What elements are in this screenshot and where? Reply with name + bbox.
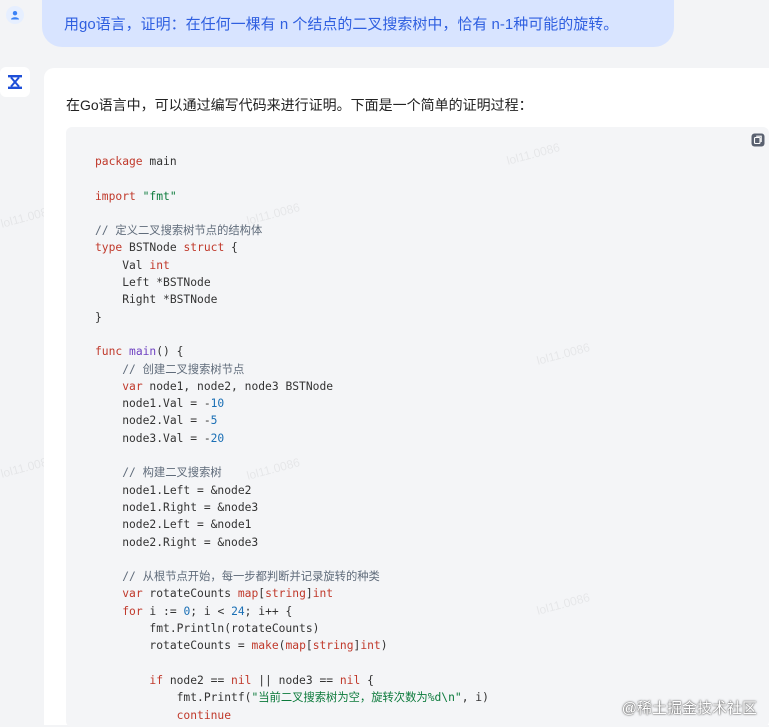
code-line: fmt.Printf("当前二叉搜索树为空，旋转次数为%d\n", i): [95, 691, 489, 705]
code-line: rotateCounts = make(map[string]int): [95, 639, 388, 653]
copy-icon: [751, 133, 765, 147]
code-line: type BSTNode struct {: [95, 241, 238, 255]
code-line: fmt.Println(rotateCounts): [95, 622, 320, 636]
code-line: var rotateCounts map[string]int: [122, 587, 334, 601]
code-line: func main() {: [95, 345, 184, 359]
faint-watermark: lol11.0086: [535, 590, 592, 618]
code-line: }: [95, 310, 102, 324]
code-line: node3.Val = -20: [95, 431, 225, 445]
code-line: // 定义二叉搜索树节点的结构体: [95, 224, 263, 238]
code-line: node1.Right = &node3: [95, 500, 259, 514]
code-line: Val int: [95, 258, 170, 272]
faint-watermark: lol11.0086: [505, 140, 562, 168]
bot-avatar: [0, 67, 30, 97]
user-icon: [11, 11, 19, 20]
code-line: node2.Right = &node3: [95, 535, 259, 549]
code-line: Left *BSTNode: [95, 276, 211, 290]
code-line: continue: [176, 708, 232, 722]
code-line: node1.Left = &node2: [95, 483, 252, 497]
user-message-bubble: 用go语言，证明：在任何一棵有 n 个结点的二叉搜索树中，恰有 n-1种可能的旋…: [42, 0, 674, 47]
code-line: import "fmt": [95, 189, 177, 203]
code-block: package main import "fmt" // 定义二叉搜索树节点的结构体…: [66, 127, 769, 727]
code-line: package main: [95, 155, 177, 168]
bot-intro-text: 在Go语言中，可以通过编写代码来进行证明。下面是一个简单的证明过程：: [66, 97, 533, 113]
code-line: node1.Val = -10: [95, 397, 225, 411]
bot-response-card: 在Go语言中，可以通过编写代码来进行证明。下面是一个简单的证明过程： packa…: [44, 68, 769, 727]
user-message-text: 用go语言，证明：在任何一棵有 n 个结点的二叉搜索树中，恰有 n-1种可能的旋…: [64, 16, 619, 33]
code-content: package main import "fmt" // 定义二叉搜索树节点的结构体…: [95, 153, 489, 724]
code-line: // 构建二叉搜索树: [122, 466, 222, 480]
code-line: node2.Left = &node1: [95, 518, 252, 532]
code-line: for i := 0; i < 24; i++ {: [122, 604, 293, 618]
code-line: // 创建二叉搜索树节点: [122, 362, 245, 376]
code-line: // 从根节点开始，每一步都判断并记录旋转的种类: [122, 570, 380, 584]
copy-code-button[interactable]: [751, 133, 765, 147]
bot-logo-icon: [8, 75, 22, 89]
code-line: Right *BSTNode: [95, 293, 218, 307]
site-watermark: @稀土掘金技术社区: [621, 700, 757, 717]
code-line: var node1, node2, node3 BSTNode: [122, 379, 334, 393]
faint-watermark: lol11.0086: [535, 340, 592, 368]
code-line: node2.Val = -5: [95, 414, 218, 428]
user-avatar: [6, 6, 24, 24]
code-line: if node2 == nil || node3 == nil {: [149, 673, 374, 687]
